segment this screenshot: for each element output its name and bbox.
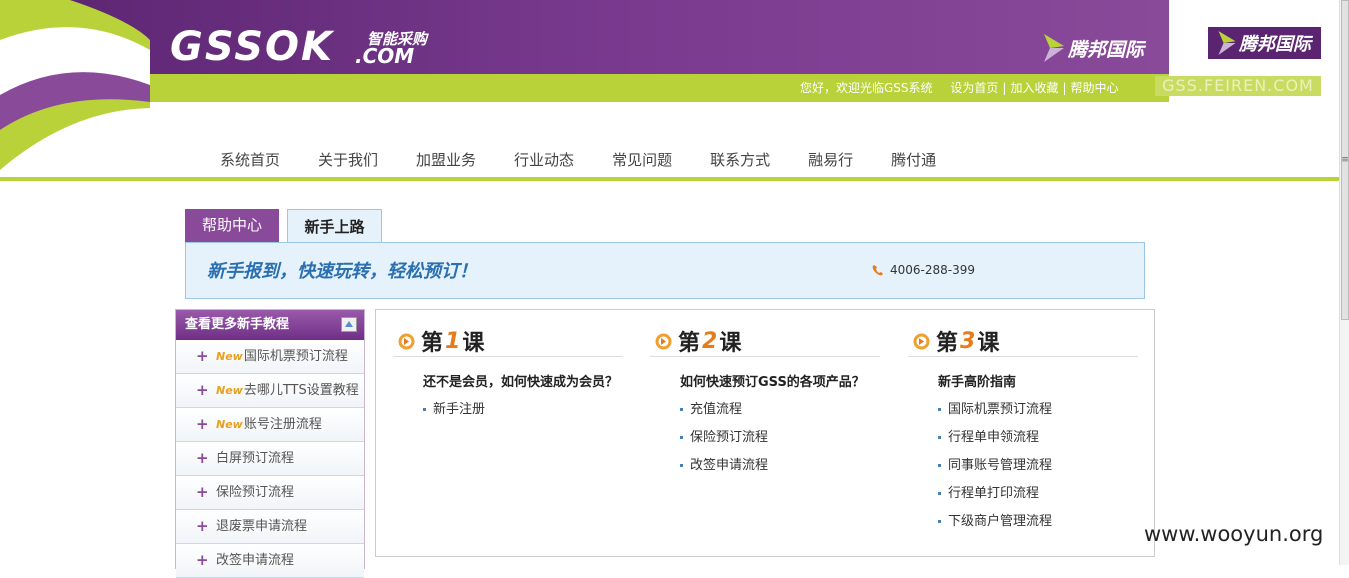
watermark-text: www.wooyun.org	[1144, 522, 1324, 546]
lesson-suffix: 课	[977, 331, 1000, 356]
arrow-circle-icon	[913, 333, 930, 349]
sidebar-item[interactable]: + New账号注册流程	[176, 408, 364, 442]
page-scrollbar[interactable]: ≡	[1339, 0, 1349, 565]
scrollbar-grip-icon: ≡	[1341, 155, 1349, 165]
arrow-circle-icon	[655, 333, 672, 349]
lesson-link[interactable]: 同事账号管理流程	[938, 454, 1138, 482]
lesson-block: 第 2 课如何快速预订GSS的各项产品？ 充值流程 保险预订流程 改签申请流程	[650, 326, 880, 482]
sidebar-item[interactable]: + 白屏预订流程	[176, 442, 364, 476]
lesson-link[interactable]: 充值流程	[680, 398, 880, 426]
lesson-prefix: 第	[678, 331, 701, 356]
nav-item-about[interactable]: 关于我们	[318, 149, 378, 170]
lesson-suffix: 课	[462, 331, 485, 356]
nav-divider	[0, 177, 1339, 181]
banner-slogan: 新手报到，快速玩转，轻松预订！	[207, 261, 477, 282]
lesson-question: 如何快速预订GSS的各项产品？	[680, 375, 865, 390]
lesson-block: 第 1 课还不是会员，如何快速成为会员？ 新手注册	[393, 326, 623, 426]
nav-item-tengfutong[interactable]: 腾付通	[891, 149, 936, 170]
lesson-link[interactable]: 行程单申领流程	[938, 426, 1138, 454]
right-url-text: GSS.FEIREN.COM	[1155, 76, 1321, 96]
phone-icon	[872, 265, 883, 276]
lesson-title: 第1课	[393, 326, 623, 357]
sidebar-item-label: 保险预订流程	[216, 485, 295, 500]
plus-icon: +	[196, 449, 209, 467]
lesson-title: 第2课	[650, 326, 880, 357]
sidebar-item-label: 改签申请流程	[216, 553, 295, 568]
nav-item-contact[interactable]: 联系方式	[710, 149, 770, 170]
lesson-links: 国际机票预订流程 行程单申领流程 同事账号管理流程 行程单打印流程 下级商户管理流程	[938, 398, 1138, 538]
sidebar-item-label: 白屏预订流程	[216, 451, 295, 466]
right-brand-logo: 腾邦国际	[1208, 27, 1321, 59]
brand-name: 腾邦国际	[1068, 38, 1145, 61]
sidebar-item-label: 账号注册流程	[243, 417, 322, 432]
collapse-up-icon[interactable]	[341, 317, 357, 332]
lesson-number: 2	[702, 328, 718, 354]
new-badge: New	[216, 384, 243, 397]
welcome-text: 您好，欢迎光临GSS系统	[800, 81, 933, 95]
arrow-circle-icon	[398, 333, 415, 349]
plus-icon: +	[196, 483, 209, 501]
lesson-number: 1	[445, 328, 461, 354]
sidebar-item-label: 国际机票预订流程	[243, 349, 348, 364]
sidebar-item-label: 退废票申请流程	[216, 519, 308, 534]
phone-number: 4006-288-399	[890, 263, 976, 277]
lesson-question: 还不是会员，如何快速成为会员？	[423, 375, 619, 390]
lesson-link[interactable]: 行程单打印流程	[938, 482, 1138, 510]
plus-icon: +	[196, 551, 209, 569]
sidebar-title: 查看更多新手教程	[185, 317, 290, 332]
lesson-links: 充值流程 保险预订流程 改签申请流程	[680, 398, 880, 482]
plus-icon: +	[196, 517, 209, 535]
lessons-panel: 第 1 课还不是会员，如何快速成为会员？ 新手注册第 2 课如何快速预订GSS的各项产品？…	[375, 309, 1155, 557]
lesson-link[interactable]: 国际机票预订流程	[938, 398, 1138, 426]
set-homepage-link[interactable]: 设为首页	[950, 81, 998, 95]
sidebar-header: 查看更多新手教程	[176, 310, 364, 340]
sidebar-item[interactable]: + New去哪儿TTS设置教程	[176, 374, 364, 408]
logo-domain: .COM	[355, 44, 415, 68]
tab-beginner[interactable]: 新手上路	[287, 209, 382, 243]
beginner-banner: 新手报到，快速玩转，轻松预订！ 4006-288-399	[185, 242, 1145, 299]
main-nav: 系统首页 关于我们 加盟业务 行业动态 常见问题 联系方式 融易行 腾付通	[220, 149, 974, 170]
top-links: 您好，欢迎光临GSS系统 设为首页 | 加入收藏 | 帮助中心	[800, 81, 1119, 95]
site-logo[interactable]: GSSOK	[170, 24, 334, 70]
banner-phone: 4006-288-399	[872, 263, 975, 277]
right-brand-name: 腾邦国际	[1239, 34, 1311, 55]
sidebar-item[interactable]: + 改签申请流程	[176, 544, 364, 578]
add-favorite-link[interactable]: 加入收藏	[1010, 81, 1058, 95]
lesson-link[interactable]: 保险预订流程	[680, 426, 880, 454]
lesson-link[interactable]: 改签申请流程	[680, 454, 880, 482]
brand-logo: 腾邦国际	[1044, 34, 1144, 62]
sidebar-item[interactable]: + 退废票申请流程	[176, 510, 364, 544]
plus-icon: +	[196, 415, 209, 433]
right-brand-mark-icon	[1218, 31, 1236, 55]
lesson-suffix: 课	[719, 331, 742, 356]
sidebar-list: + New国际机票预订流程 + New去哪儿TTS设置教程 + New账号注册流程 + 白屏预…	[176, 340, 364, 578]
lesson-links: 新手注册	[423, 398, 623, 426]
nav-item-news[interactable]: 行业动态	[514, 149, 574, 170]
nav-item-franchise[interactable]: 加盟业务	[416, 149, 476, 170]
sidebar-item[interactable]: + New国际机票预订流程	[176, 340, 364, 374]
lesson-prefix: 第	[936, 331, 959, 356]
lesson-link[interactable]: 新手注册	[423, 398, 623, 426]
help-center-link[interactable]: 帮助中心	[1071, 81, 1119, 95]
sidebar-item-label: 去哪儿TTS设置教程	[243, 383, 359, 398]
site-header: GSSOK 智能采购 .COM 腾邦国际 您好，欢迎光临GSS系统 设为首页 | 加…	[0, 0, 1169, 170]
new-badge: New	[216, 350, 243, 363]
tutorial-sidebar: 查看更多新手教程 + New国际机票预订流程 + New去哪儿TTS设置教程 + New账…	[175, 309, 365, 578]
lesson-number: 3	[960, 328, 976, 354]
nav-item-home[interactable]: 系统首页	[220, 149, 280, 170]
lesson-link[interactable]: 下级商户管理流程	[938, 510, 1138, 538]
plus-icon: +	[196, 381, 209, 399]
brand-mark-icon	[1044, 34, 1064, 62]
nav-item-rongyixing[interactable]: 融易行	[808, 149, 853, 170]
lesson-block: 第 3 课新手高阶指南国际机票预订流程 行程单申领流程 同事账号管理流程 行程单打印流程下…	[908, 326, 1138, 538]
lesson-prefix: 第	[421, 331, 444, 356]
nav-item-faq[interactable]: 常见问题	[612, 149, 672, 170]
lesson-question: 新手高阶指南	[938, 375, 1017, 390]
tab-help-center[interactable]: 帮助中心	[185, 209, 279, 242]
sidebar-item[interactable]: + 保险预订流程	[176, 476, 364, 510]
new-badge: New	[216, 418, 243, 431]
lesson-title: 第3课	[908, 326, 1138, 357]
plus-icon: +	[196, 347, 209, 365]
